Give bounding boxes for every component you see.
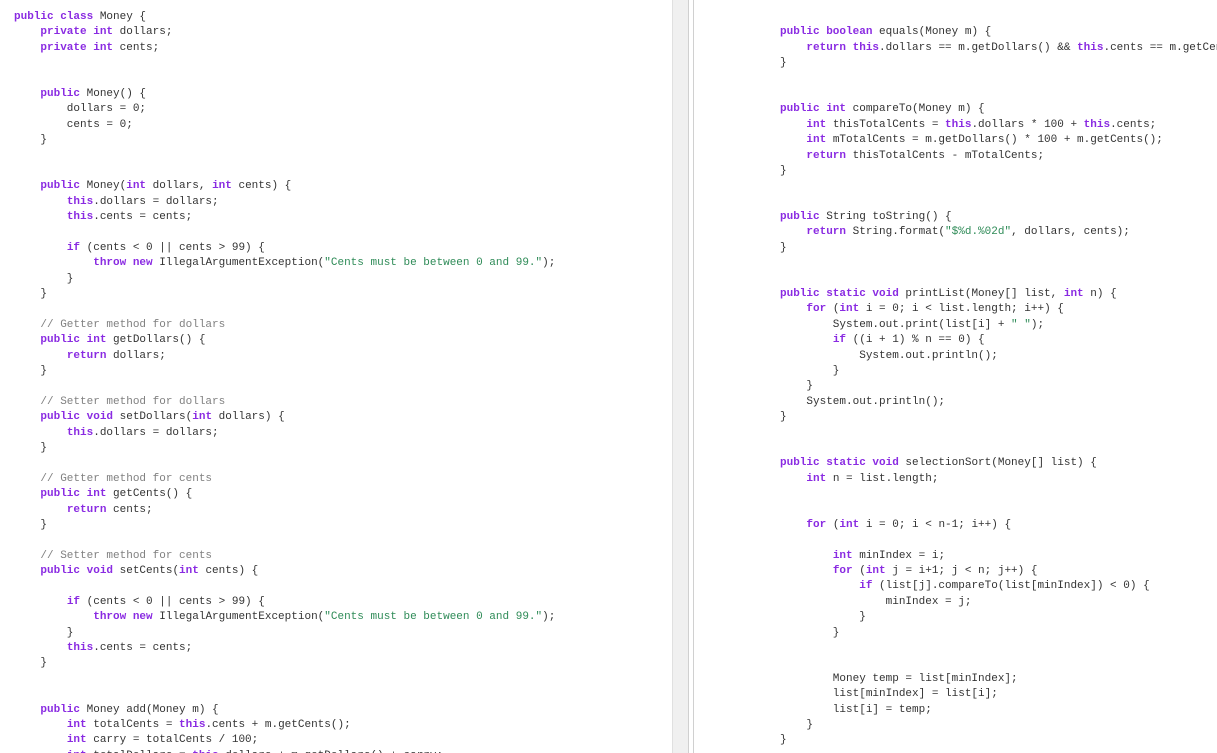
code-block-left: public class Money { private int dollars… [14,10,672,753]
code-column-left: public class Money { private int dollars… [0,0,672,753]
scrollbar-left[interactable] [672,0,688,753]
code-block-right: public boolean equals(Money m) { return … [708,10,1217,753]
code-column-right: public boolean equals(Money m) { return … [694,0,1217,753]
